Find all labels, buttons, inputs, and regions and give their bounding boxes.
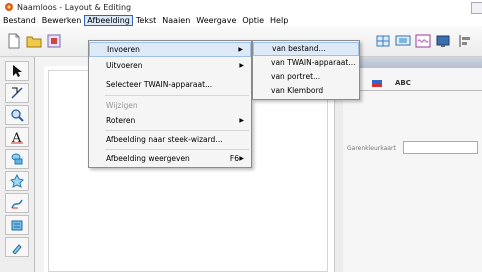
panel-tabs: ABC	[343, 77, 482, 91]
window-title: Naamloos - Layout & Editing	[17, 2, 132, 12]
select-tool[interactable]	[5, 61, 29, 81]
toolbar-button-3[interactable]	[46, 33, 62, 49]
toolbar-button-right-2[interactable]	[395, 33, 411, 49]
afbeelding-menu: Invoeren ▶ Uitvoeren ▶ Selecteer TWAIN-a…	[88, 40, 252, 168]
stitch-pattern-icon	[415, 34, 431, 48]
stitch-icon	[11, 199, 23, 209]
folder-icon	[26, 36, 42, 48]
submenu-item-van-twain[interactable]: van TWAIN-apparaat...	[253, 56, 359, 70]
menu-item-label: Uitvoeren	[106, 61, 143, 70]
menu-separator	[105, 130, 249, 131]
menu-item-label: Wijzigen	[106, 101, 138, 110]
brush-tool[interactable]	[5, 237, 29, 257]
submenu-arrow-icon: ▶	[238, 46, 243, 53]
toolbar-button-right-4[interactable]	[435, 33, 451, 49]
menu-afbeelding[interactable]: Afbeelding	[84, 14, 133, 26]
menu-bestand[interactable]: Bestand	[0, 15, 39, 26]
submenu-item-van-portret[interactable]: van portret...	[253, 70, 359, 84]
tab-text[interactable]: ABC	[395, 77, 411, 90]
menu-item-label: Afbeelding weergeven	[106, 154, 190, 163]
stitch-tool[interactable]	[5, 193, 29, 213]
magnifier-icon	[11, 109, 24, 122]
menu-weergave[interactable]: Weergave	[193, 15, 239, 26]
menu-item-invoeren[interactable]: Invoeren ▶	[89, 42, 251, 57]
display-icon	[395, 35, 411, 46]
submenu-item-van-bestand[interactable]: van bestand...	[253, 42, 359, 56]
text-tool[interactable]: A	[5, 127, 29, 147]
menu-item-uitvoeren[interactable]: Uitvoeren ▶	[89, 58, 251, 73]
shape-tool[interactable]	[5, 149, 29, 169]
toolbar-button-right-3[interactable]	[415, 33, 431, 49]
menu-optie[interactable]: Optie	[239, 15, 267, 26]
menu-item-label: Selecteer TWAIN-apparaat...	[106, 80, 213, 89]
fill-tool[interactable]	[5, 215, 29, 235]
point-edit-icon	[11, 87, 23, 99]
menu-separator	[105, 95, 249, 96]
title-bar: Naamloos - Layout & Editing	[0, 0, 482, 14]
region-sew-icon	[372, 80, 382, 87]
menu-help[interactable]: Help	[267, 15, 291, 26]
submenu-arrow-icon: ▶	[239, 117, 244, 124]
menu-item-roteren[interactable]: Roteren ▶	[89, 113, 251, 128]
toolbar-button-right-5[interactable]	[457, 33, 473, 49]
menu-bewerken[interactable]: Bewerken	[39, 15, 85, 26]
menu-item-label: Roteren	[106, 116, 136, 125]
submenu-arrow-icon: ▶	[239, 62, 244, 69]
align-icon	[459, 35, 470, 47]
menu-item-wijzigen: Wijzigen	[89, 98, 251, 113]
window-control-button[interactable]	[471, 2, 482, 14]
text-a-icon: A	[11, 131, 23, 144]
open-file-button[interactable]	[26, 33, 42, 49]
menu-item-label: Invoeren	[107, 45, 140, 54]
app-icon	[5, 3, 13, 11]
thread-chart-select[interactable]	[403, 141, 478, 154]
panel-header	[343, 57, 482, 68]
thread-chart-label: Garenkleurkaart	[347, 145, 396, 152]
tab-region[interactable]	[371, 77, 383, 90]
menu-bar: Bestand Bewerken Afbeelding Tekst Naaien…	[0, 14, 482, 26]
template-icon	[47, 34, 61, 48]
stamp-icon	[10, 174, 24, 188]
arrow-cursor-icon	[13, 65, 22, 77]
properties-panel: ABC Garenkleurkaart	[343, 57, 482, 272]
menu-separator	[105, 149, 249, 150]
stamp-tool[interactable]	[5, 171, 29, 191]
toolbar-button-right-1[interactable]	[375, 33, 391, 49]
submenu-item-van-klembord[interactable]: van Klembord	[253, 84, 359, 98]
invoeren-submenu: van bestand... van TWAIN-apparaat... van…	[252, 40, 360, 100]
menu-item-afbeelding-weergeven[interactable]: Afbeelding weergeven F6 ▶	[89, 151, 251, 166]
new-file-icon	[8, 33, 20, 49]
menu-item-selecteer-twain[interactable]: Selecteer TWAIN-apparaat...	[89, 77, 251, 92]
monitor-icon	[436, 35, 450, 47]
image-grid-icon	[376, 35, 390, 47]
menu-item-steek-wizard[interactable]: Afbeelding naar steek-wizard...	[89, 132, 251, 147]
submenu-arrow-icon: ▶	[239, 155, 244, 162]
brush-icon	[12, 244, 22, 254]
tool-palette: A	[0, 57, 35, 272]
zoom-tool[interactable]	[5, 105, 29, 125]
shortcut-label: F6	[229, 154, 239, 163]
new-file-button[interactable]	[6, 33, 22, 49]
svg-text:A: A	[11, 131, 22, 144]
point-edit-tool[interactable]	[5, 83, 29, 103]
menu-tekst[interactable]: Tekst	[133, 15, 159, 26]
menu-naaien[interactable]: Naaien	[159, 15, 193, 26]
fill-icon	[11, 220, 23, 231]
shapes-icon	[11, 153, 23, 165]
menu-item-label: Afbeelding naar steek-wizard...	[106, 135, 223, 144]
